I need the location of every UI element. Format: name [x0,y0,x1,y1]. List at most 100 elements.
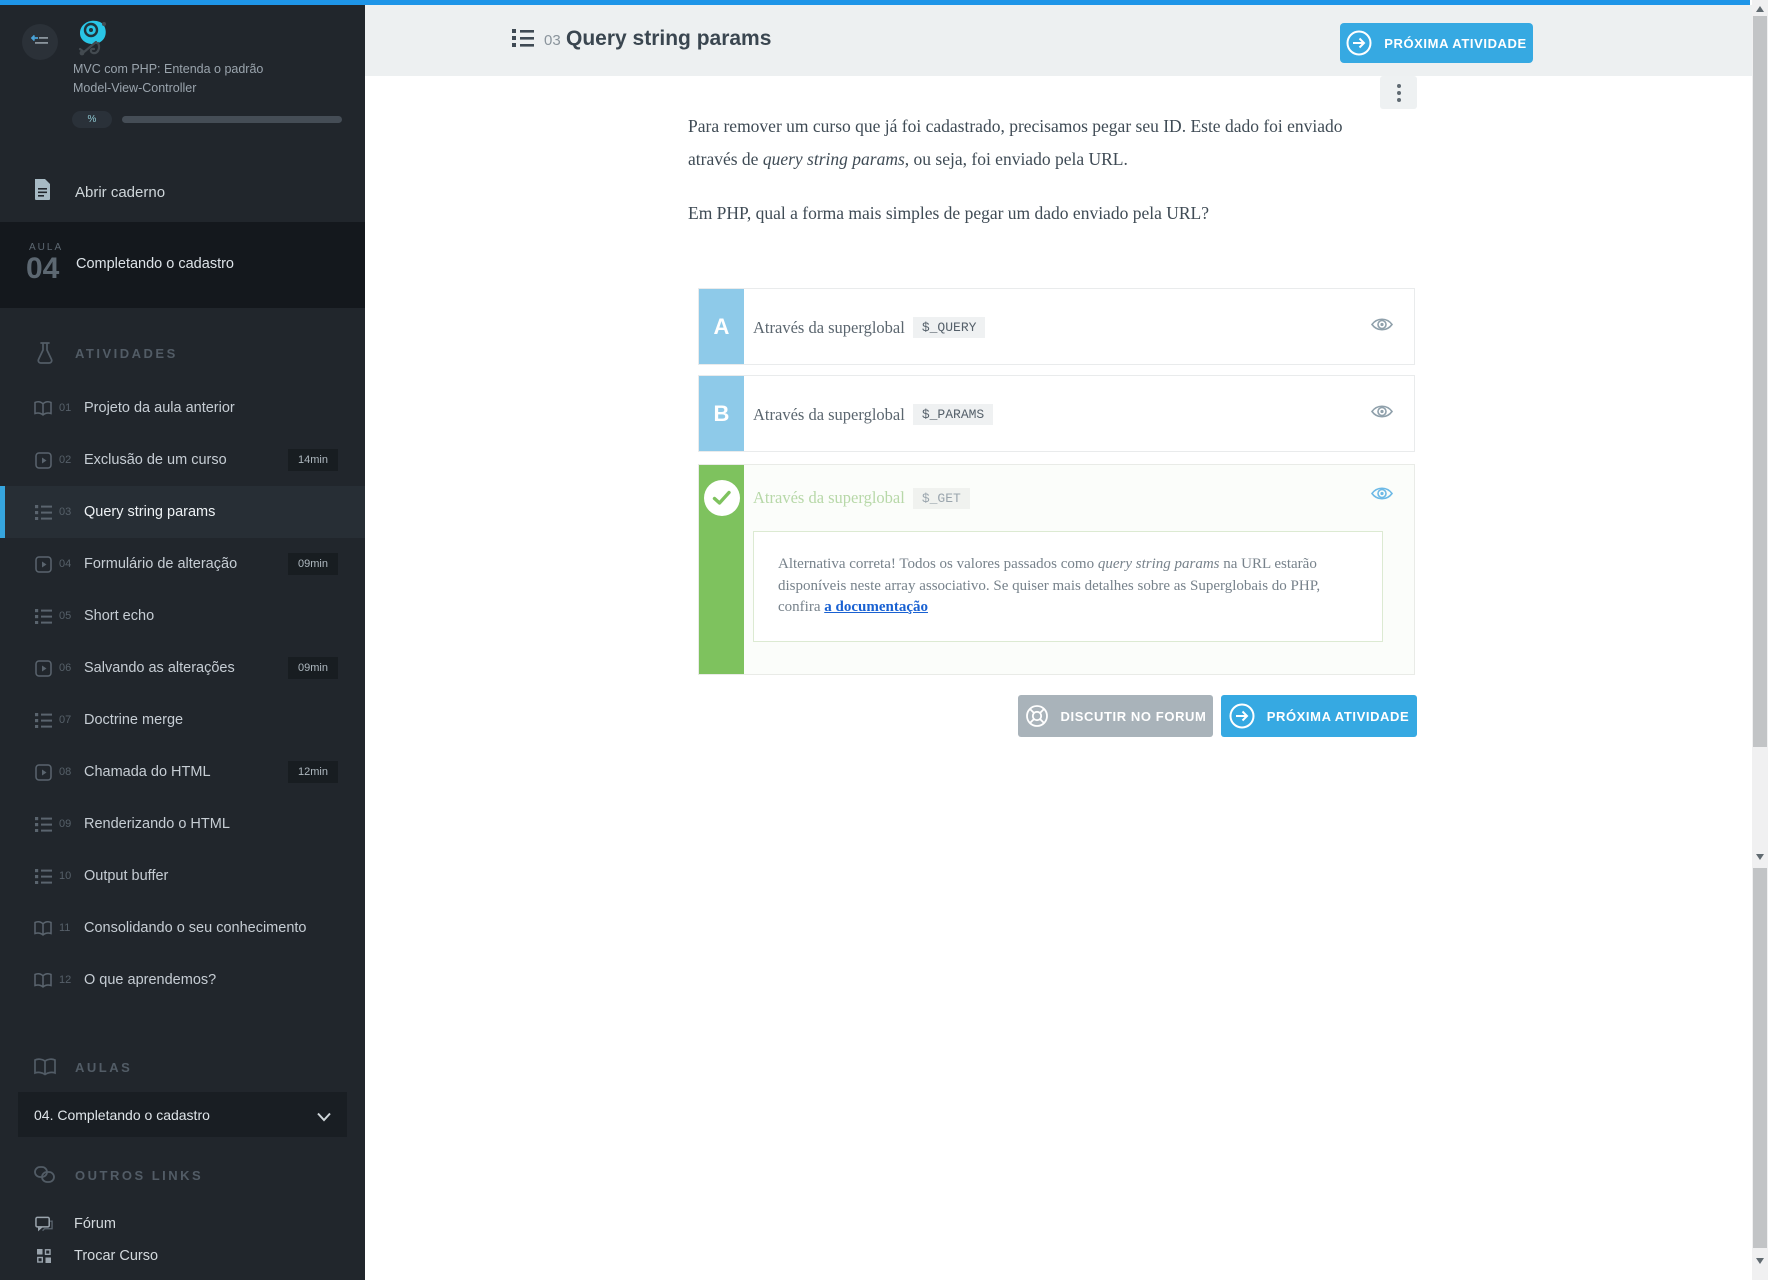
option-c-text: Através da superglobal [753,488,905,507]
option-a-letter: A [699,289,744,364]
eye-icon[interactable] [1370,402,1394,425]
arrow-circle-right-icon [1346,30,1372,56]
discuss-forum-button[interactable]: DISCUTIR NO FORUM [1018,695,1213,737]
activity-header: 03 Query string params PRÓXIMA ATIVIDADE [365,5,1768,76]
feedback-italic: query string params [1097,556,1220,572]
option-b-text: Através da superglobal [753,404,905,424]
activity-item-10[interactable]: 10 Output buffer [0,850,365,902]
activity-item-02[interactable]: 02 Exclusão de um curso 14min [0,434,365,486]
activities-section-label: ATIVIDADES [75,345,178,361]
kebab-dot [1396,97,1401,102]
duration-badge: 09min [288,657,338,679]
activity-label: Doctrine merge [84,712,184,728]
book-icon [33,400,53,416]
question-text: Para remover um curso que já foi cadastr… [688,110,1348,230]
activity-label: Short echo [84,608,155,624]
forum-link[interactable]: Fórum [0,1209,365,1239]
option-b-code: $_PARAMS [912,404,994,425]
aulas-section-label: AULAS [75,1059,133,1075]
activity-number: 03 [544,32,561,49]
notebook-icon [34,179,51,205]
activity-label: Chamada do HTML [84,764,211,780]
activity-number: 01 [59,402,72,414]
activity-number: 09 [59,818,72,830]
book-icon [33,920,53,936]
option-c-code: $_GET [912,487,970,509]
trocar-curso-link[interactable]: Trocar Curso [0,1241,365,1271]
activity-number: 06 [59,662,72,674]
arrow-circle-right-icon [1229,703,1255,729]
flask-icon [33,342,57,364]
vertical-scrollbar[interactable] [1752,0,1768,1280]
eye-icon-active[interactable] [1370,485,1394,508]
option-b-letter: B [699,376,744,451]
activity-number: 05 [59,610,72,622]
chain-links-icon [33,1165,57,1185]
activity-number: 04 [59,558,72,570]
list-icon [33,712,53,728]
activity-label: Projeto da aula anterior [84,400,235,416]
question-p1-italic: query string params [762,149,905,169]
activity-item-11[interactable]: 11 Consolidando o seu conhecimento [0,902,365,954]
activity-item-09[interactable]: 09 Renderizando o HTML [0,798,365,850]
next-activity-button-bottom[interactable]: PRÓXIMA ATIVIDADE [1221,695,1417,737]
outros-links-section-label: OUTROS LINKS [75,1167,204,1183]
next-activity-button-top[interactable]: PRÓXIMA ATIVIDADE [1340,23,1533,63]
eye-icon[interactable] [1370,315,1394,338]
more-options-button[interactable] [1380,76,1417,109]
activity-label: Exclusão de um curso [84,452,227,468]
activity-item-05[interactable]: 05 Short echo [0,590,365,642]
list-icon [33,608,53,624]
option-a-text: Através da superglobal [753,317,905,337]
activity-label: Query string params [84,504,216,520]
discuss-forum-label: DISCUTIR NO FORUM [1060,708,1207,724]
course-progress: % [72,111,342,129]
collapse-sidebar-button[interactable] [22,24,58,60]
next-activity-label: PRÓXIMA ATIVIDADE [1384,35,1527,51]
activity-item-06[interactable]: 06 Salvando as alterações 09min [0,642,365,694]
kebab-dot [1396,83,1401,88]
scrollbar-thumb-lower[interactable] [1753,868,1767,1248]
lifebuoy-icon [1025,704,1049,728]
open-notebook-label: Abrir caderno [75,183,166,201]
open-notebook-button[interactable]: Abrir caderno [0,168,365,216]
progress-bar-track [122,116,342,123]
option-c-correct[interactable]: Através da superglobal $_GET Alternativa… [698,464,1415,675]
lesson-select-dropdown[interactable]: 04. Completando o cadastro [18,1092,347,1137]
option-c-correct-marker [699,465,744,674]
scroll-down-arrow[interactable] [1756,854,1764,860]
scrollbar-thumb[interactable] [1753,16,1767,747]
video-icon [33,555,53,573]
activity-item-07[interactable]: 07 Doctrine merge [0,694,365,746]
video-icon [33,763,53,781]
scroll-up-arrow[interactable] [1756,6,1764,12]
grid-icon [35,1248,53,1264]
activity-item-12[interactable]: 12 O que aprendemos? [0,954,365,1006]
course-sidebar: MVC com PHP: Entenda o padrão Model-View… [0,0,365,1280]
feedback-before: Alternativa correta! Todos os valores pa… [778,556,1098,572]
book-icon [33,972,53,988]
chat-icon [35,1216,53,1233]
activity-number: 02 [59,454,72,466]
video-icon [33,659,53,677]
option-b[interactable]: B Através da superglobal $_PARAMS [698,375,1415,452]
activity-item-03-active[interactable]: 03 Query string params [0,486,365,538]
activity-title: Query string params [566,27,772,50]
activity-number: 08 [59,766,72,778]
scroll-down-arrow-bottom[interactable] [1756,1258,1764,1264]
course-title-line2: Model-View-Controller [73,81,197,95]
activity-number: 11 [59,922,71,934]
footer-actions: DISCUTIR NO FORUM PRÓXIMA ATIVIDADE [1018,695,1417,737]
activity-item-08[interactable]: 08 Chamada do HTML 12min [0,746,365,798]
course-title: MVC com PHP: Entenda o padrão Model-View… [73,60,313,98]
option-a[interactable]: A Através da superglobal $_QUERY [698,288,1415,365]
question-p1-after: , ou seja, foi enviado pela URL. [904,149,1128,169]
check-icon [703,480,740,516]
list-icon [33,868,53,884]
video-icon [33,451,53,469]
activity-item-04[interactable]: 04 Formulário de alteração 09min [0,538,365,590]
activity-item-01[interactable]: 01 Projeto da aula anterior [0,382,365,434]
documentation-link[interactable]: a documentação [824,599,928,615]
question-paragraph-1: Para remover um curso que já foi cadastr… [688,110,1348,176]
activity-number: 03 [59,506,72,518]
